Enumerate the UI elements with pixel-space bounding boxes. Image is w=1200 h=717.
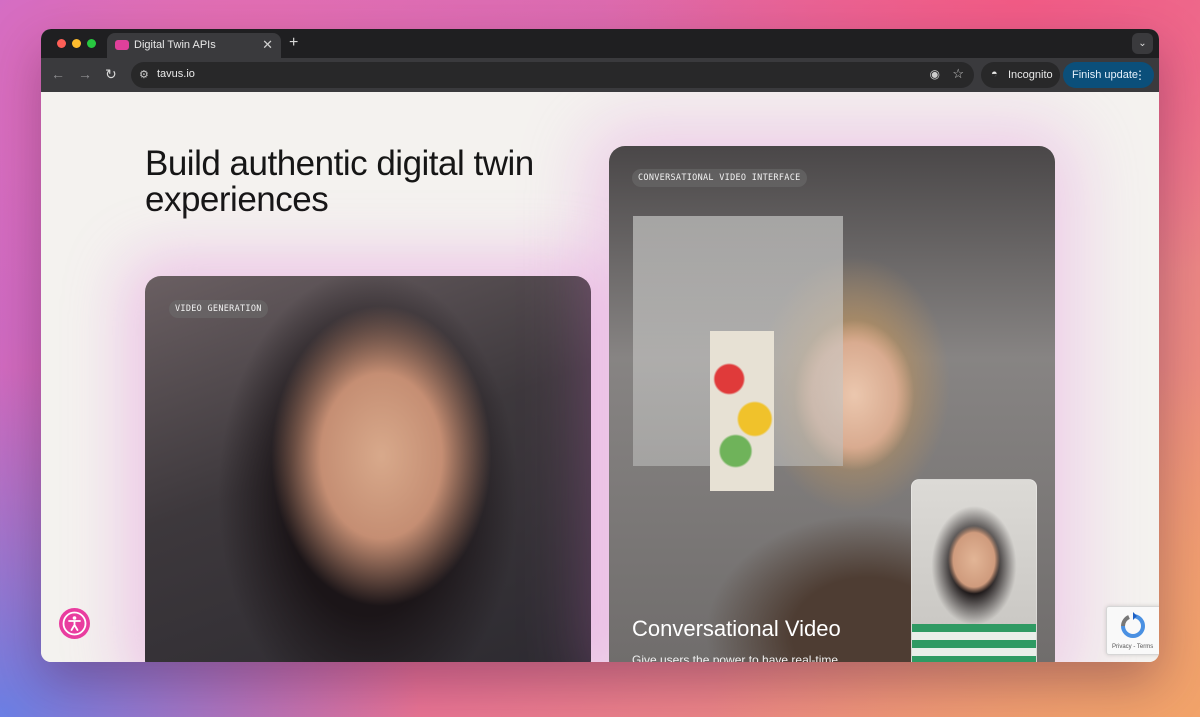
browser-window: Digital Twin APIs ✕ + ⌄ ← → ↻ ⚙ tavus.io…	[41, 29, 1159, 662]
minimize-window-button[interactable]	[72, 39, 81, 48]
reload-icon[interactable]: ↻	[105, 66, 117, 83]
background-painting-image	[710, 331, 774, 491]
tab-strip: Digital Twin APIs ✕ + ⌄	[41, 29, 1159, 58]
accessibility-button[interactable]	[59, 608, 90, 639]
recaptcha-links[interactable]: Privacy - Terms	[1112, 644, 1153, 650]
recaptcha-logo-icon	[1121, 612, 1145, 638]
address-bar[interactable]: ⚙ tavus.io ◉ ☆	[131, 62, 974, 88]
forward-arrow-icon[interactable]: →	[78, 66, 92, 82]
back-arrow-icon[interactable]: ←	[51, 66, 65, 82]
close-tab-icon[interactable]: ✕	[262, 37, 273, 53]
conversational-video-title: Conversational Video	[632, 616, 841, 641]
incognito-label: Incognito	[1008, 69, 1053, 81]
new-tab-icon[interactable]: +	[289, 34, 298, 52]
tab-title: Digital Twin APIs	[134, 39, 216, 51]
url-text[interactable]: tavus.io	[157, 68, 195, 80]
tab-digital-twin-apis[interactable]: Digital Twin APIs ✕	[107, 33, 281, 58]
finish-update-button[interactable]: Finish update ⋮	[1063, 62, 1154, 88]
tab-search-chevron-icon[interactable]: ⌄	[1132, 33, 1153, 54]
video-generation-label: VIDEO GENERATION	[169, 300, 268, 318]
recaptcha-badge[interactable]: Privacy - Terms	[1106, 606, 1159, 655]
close-window-button[interactable]	[57, 39, 66, 48]
more-menu-icon[interactable]: ⋮	[1134, 68, 1146, 82]
tracking-protection-eye-icon[interactable]: ◉	[930, 67, 940, 81]
page-content: Build authentic digital twin experiences…	[41, 92, 1159, 662]
page-headline: Build authentic digital twin experiences	[145, 144, 534, 219]
picture-in-picture-video	[911, 479, 1037, 662]
incognito-icon: ◓	[991, 68, 998, 80]
site-settings-icon[interactable]: ⚙	[139, 68, 149, 81]
bookmark-star-icon[interactable]: ☆	[952, 66, 964, 82]
conversational-video-description: Give users the power to have real-time	[632, 653, 839, 662]
maximize-window-button[interactable]	[87, 39, 96, 48]
finish-update-label: Finish update	[1072, 69, 1139, 81]
conversational-video-card[interactable]: CONVERSATIONAL VIDEO INTERFACE Conversat…	[609, 146, 1055, 662]
pip-shirt-image	[912, 624, 1036, 662]
video-generation-card[interactable]: VIDEO GENERATION	[145, 276, 591, 662]
accessibility-icon	[62, 611, 87, 636]
tavus-favicon-icon	[115, 40, 129, 50]
conversational-video-interface-label: CONVERSATIONAL VIDEO INTERFACE	[632, 169, 807, 187]
incognito-indicator[interactable]: ◓ Incognito	[981, 62, 1060, 88]
browser-toolbar: ← → ↻ ⚙ tavus.io ◉ ☆ ◓ Incognito Finish …	[41, 58, 1159, 92]
